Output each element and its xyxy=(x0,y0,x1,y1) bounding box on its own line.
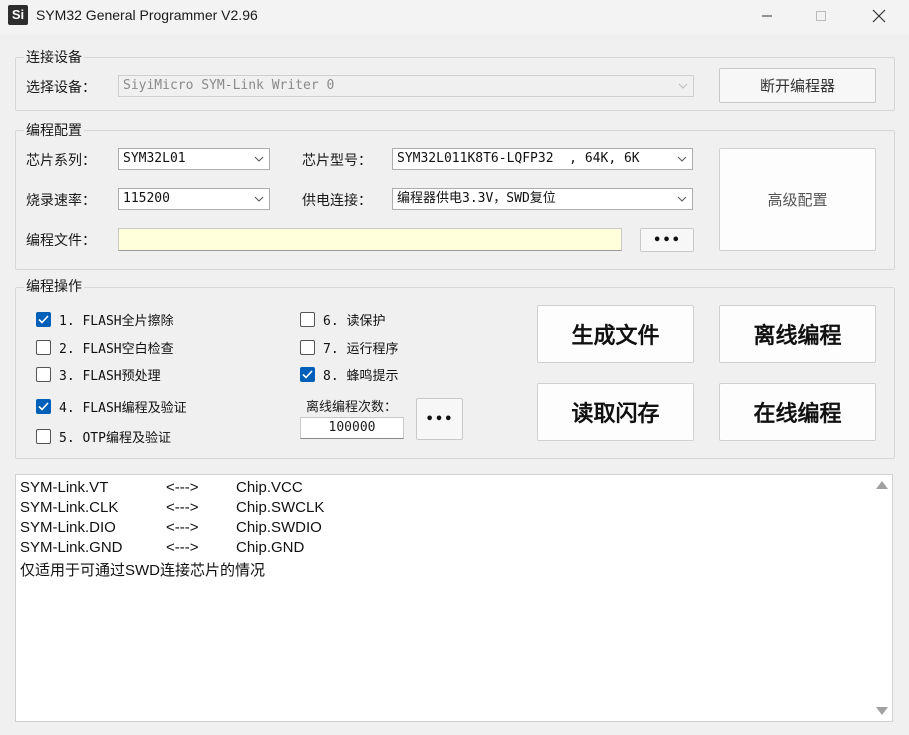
checkbox-unchecked-icon xyxy=(300,312,315,327)
chevron-down-icon xyxy=(676,189,688,209)
chevron-down-icon xyxy=(677,76,689,96)
log-arrow: <---> xyxy=(166,519,199,536)
log-chip-pin: Chip.SWCLK xyxy=(236,499,325,516)
checkbox-unchecked-icon xyxy=(300,340,315,355)
power-label: 供电连接： xyxy=(302,193,372,209)
log-arrow: <---> xyxy=(166,479,199,496)
chip-model-select[interactable]: SYM32L011K8T6-LQFP32 , 64K, 6K xyxy=(392,148,693,170)
check-beep[interactable]: 8. 蜂鸣提示 xyxy=(300,365,398,384)
close-icon xyxy=(872,9,886,23)
browse-file-button[interactable]: ••• xyxy=(640,228,694,252)
check-label: 4. FLASH编程及验证 xyxy=(59,401,187,416)
chip-series-label: 芯片系列： xyxy=(26,153,96,169)
chip-series-value: SYM32L01 xyxy=(123,151,186,166)
checkbox-checked-icon xyxy=(36,399,51,414)
maximize-icon xyxy=(816,11,826,21)
check-read-protect[interactable]: 6. 读保护 xyxy=(300,310,385,329)
operations-group-label: 编程操作 xyxy=(24,276,84,296)
power-select[interactable]: 编程器供电3.3V，SWD复位 xyxy=(392,188,693,210)
log-chip-pin: Chip.VCC xyxy=(236,479,303,496)
offline-program-button[interactable]: 离线编程 xyxy=(719,305,876,363)
chevron-down-icon xyxy=(676,149,688,169)
close-button[interactable] xyxy=(856,0,902,32)
chevron-down-icon xyxy=(253,149,265,169)
checkbox-unchecked-icon xyxy=(36,429,51,444)
offline-count-input[interactable]: 100000 xyxy=(300,417,404,439)
checkbox-unchecked-icon xyxy=(36,340,51,355)
log-scrollbar[interactable] xyxy=(872,475,892,721)
speed-label: 烧录速率： xyxy=(26,193,96,209)
online-program-button[interactable]: 在线编程 xyxy=(719,383,876,441)
disconnect-button[interactable]: 断开编程器 xyxy=(719,68,876,103)
check-flash-preprocess[interactable]: 3. FLASH预处理 xyxy=(36,365,161,384)
minimize-icon xyxy=(762,15,772,17)
speed-select[interactable]: 115200 xyxy=(118,188,270,210)
check-label: 5. OTP编程及验证 xyxy=(59,431,171,446)
app-icon: Si xyxy=(8,5,28,25)
check-label: 3. FLASH预处理 xyxy=(59,369,161,384)
chip-model-label: 芯片型号： xyxy=(302,153,372,169)
check-otp-program-verify[interactable]: 5. OTP编程及验证 xyxy=(36,427,171,446)
check-run-program[interactable]: 7. 运行程序 xyxy=(300,338,398,357)
check-flash-blank[interactable]: 2. FLASH空白检查 xyxy=(36,338,174,357)
log-pin: SYM-Link.CLK xyxy=(20,499,119,516)
checkbox-unchecked-icon xyxy=(36,367,51,382)
file-path-input[interactable] xyxy=(118,228,622,251)
chevron-down-icon xyxy=(253,189,265,209)
device-select[interactable]: SiyiMicro SYM-Link Writer 0 xyxy=(118,75,694,97)
advanced-config-button[interactable]: 高级配置 xyxy=(719,148,876,251)
check-label: 1. FLASH全片擦除 xyxy=(59,314,174,329)
check-label: 8. 蜂鸣提示 xyxy=(323,369,399,384)
connect-group-label: 连接设备 xyxy=(24,47,84,67)
device-label: 选择设备： xyxy=(26,80,96,96)
log-pin: SYM-Link.DIO xyxy=(20,519,116,536)
check-flash-program-verify[interactable]: 4. FLASH编程及验证 xyxy=(36,397,187,416)
device-value: SiyiMicro SYM-Link Writer 0 xyxy=(123,78,335,93)
checkbox-checked-icon xyxy=(36,312,51,327)
scroll-down-icon[interactable] xyxy=(876,707,888,715)
log-note: 仅适用于可通过SWD连接芯片的情况 xyxy=(20,562,265,579)
offline-count-more-button[interactable]: ••• xyxy=(416,398,463,440)
log-arrow: <---> xyxy=(166,499,199,516)
check-label: 6. 读保护 xyxy=(323,314,386,329)
generate-file-button[interactable]: 生成文件 xyxy=(537,305,694,363)
log-output[interactable]: SYM-Link.VT <---> Chip.VCC SYM-Link.CLK … xyxy=(15,474,893,722)
config-group-label: 编程配置 xyxy=(24,120,84,140)
minimize-button[interactable] xyxy=(744,0,790,32)
checkbox-checked-icon xyxy=(300,367,315,382)
file-label: 编程文件： xyxy=(26,233,96,249)
chip-model-value: SYM32L011K8T6-LQFP32 , 64K, 6K xyxy=(397,151,640,166)
check-label: 7. 运行程序 xyxy=(323,342,399,357)
speed-value: 115200 xyxy=(123,191,170,206)
log-chip-pin: Chip.GND xyxy=(236,539,305,556)
log-pin: SYM-Link.VT xyxy=(20,479,109,496)
log-arrow: <---> xyxy=(166,539,199,556)
check-label: 2. FLASH空白检查 xyxy=(59,342,174,357)
scroll-up-icon[interactable] xyxy=(876,481,888,489)
power-value: 编程器供电3.3V，SWD复位 xyxy=(397,191,556,206)
offline-count-label: 离线编程次数： xyxy=(306,400,398,415)
maximize-button[interactable] xyxy=(798,0,844,32)
window-title: SYM32 General Programmer V2.96 xyxy=(36,7,258,23)
check-flash-erase[interactable]: 1. FLASH全片擦除 xyxy=(36,310,174,329)
chip-series-select[interactable]: SYM32L01 xyxy=(118,148,270,170)
log-pin: SYM-Link.GND xyxy=(20,539,123,556)
log-chip-pin: Chip.SWDIO xyxy=(236,519,322,536)
read-flash-button[interactable]: 读取闪存 xyxy=(537,383,694,441)
